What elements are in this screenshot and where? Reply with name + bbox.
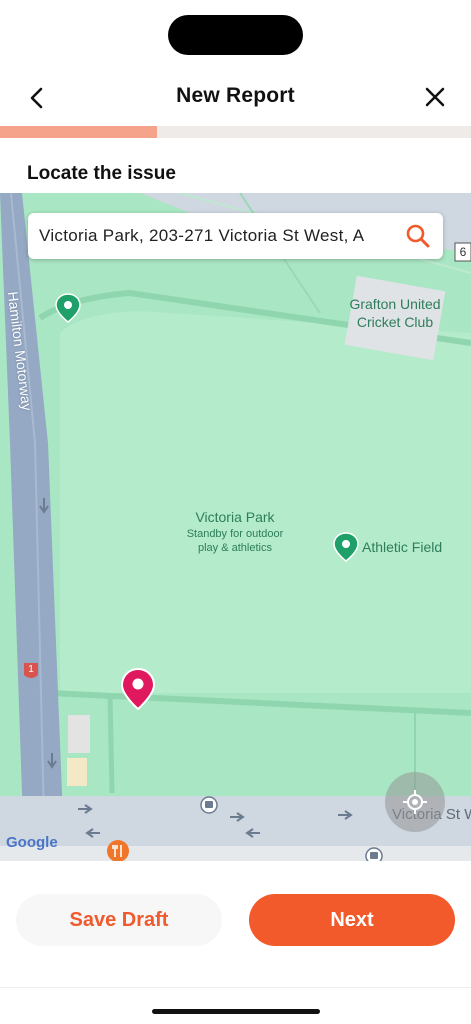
save-draft-button[interactable]: Save Draft: [16, 894, 222, 946]
divider: [0, 987, 471, 988]
page-title: New Report: [176, 84, 295, 107]
athletic-field-label: Athletic Field: [362, 539, 443, 555]
progress-fill: [0, 126, 157, 138]
restaurant-marker-icon[interactable]: [106, 839, 130, 861]
current-location-button[interactable]: [385, 772, 445, 832]
search-icon[interactable]: [405, 223, 431, 249]
next-button[interactable]: Next: [249, 894, 455, 946]
crosshair-icon: [403, 790, 427, 814]
park-name-label: Victoria Park: [195, 509, 275, 525]
search-input[interactable]: Victoria Park, 203-271 Victoria St West,…: [39, 226, 391, 246]
location-pin-icon[interactable]: [119, 667, 157, 711]
bus-stop-icon[interactable]: [200, 796, 218, 814]
google-logo: Google: [6, 834, 58, 851]
park-marker-icon[interactable]: [55, 293, 81, 323]
athletic-field-marker-icon[interactable]: [333, 532, 359, 562]
progress-bar: [0, 126, 471, 138]
side-number-label: 6: [459, 245, 467, 259]
map-view[interactable]: Hamilton Motorway Victoria Park Standby …: [0, 193, 471, 861]
search-field[interactable]: Victoria Park, 203-271 Victoria St West,…: [28, 213, 443, 259]
bus-stop-icon[interactable]: [365, 847, 383, 861]
close-button[interactable]: [418, 82, 452, 112]
route-number-label: 1: [28, 664, 34, 675]
dynamic-island: [168, 15, 303, 55]
home-indicator: [152, 1009, 320, 1014]
close-icon: [425, 87, 445, 107]
cricket-label-2: Cricket Club: [356, 314, 434, 330]
section-label: Locate the issue: [27, 163, 176, 184]
park-sub-label-2: play & athletics: [198, 542, 272, 554]
cricket-label-1: Grafton United: [349, 296, 441, 312]
